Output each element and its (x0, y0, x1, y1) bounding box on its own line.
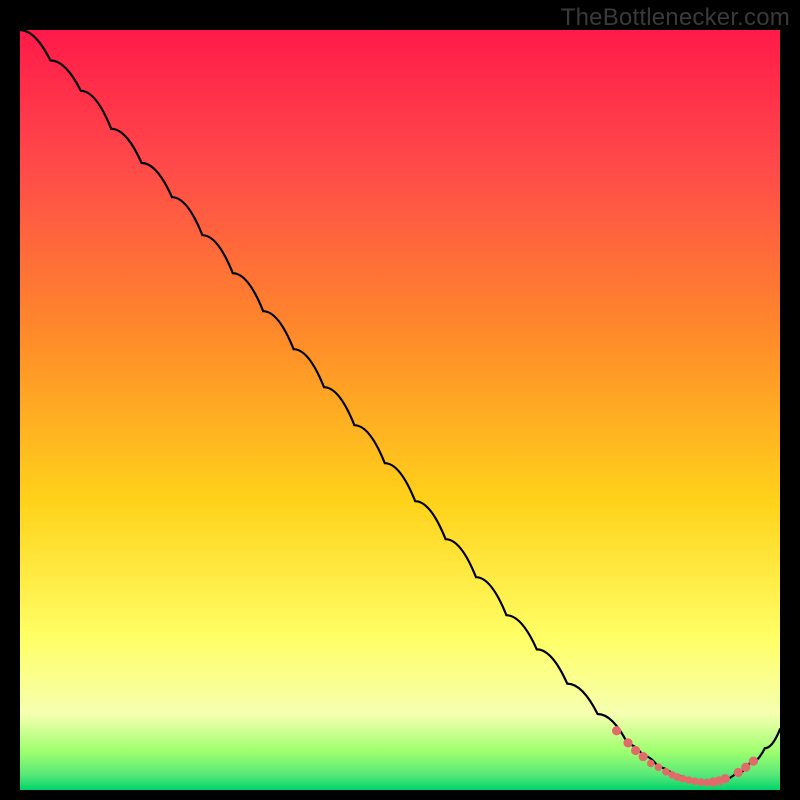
data-point (612, 726, 621, 735)
data-point (749, 757, 758, 766)
watermark-text: TheBottlenecker.com (561, 4, 790, 32)
chart-container: TheBottlenecker.com (0, 0, 800, 800)
data-point (655, 763, 663, 771)
data-point (631, 746, 640, 755)
data-point (647, 760, 655, 768)
data-point (741, 763, 750, 772)
data-point (639, 752, 648, 761)
data-point (721, 774, 730, 783)
plot-area (20, 30, 780, 790)
gradient-background (20, 30, 780, 790)
data-point (734, 768, 743, 777)
data-point (623, 738, 632, 747)
chart-svg (20, 30, 780, 790)
